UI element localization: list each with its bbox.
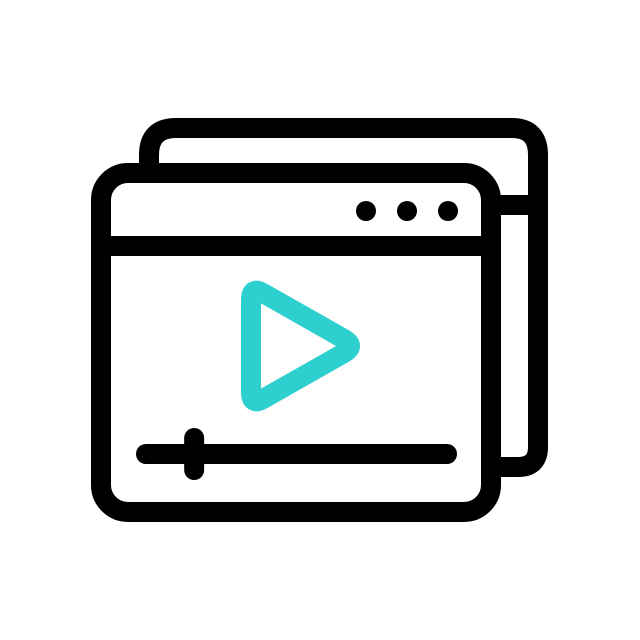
icon-canvas	[91, 118, 548, 522]
window-dot-2	[397, 201, 417, 221]
window-dot-1	[356, 201, 376, 221]
video-player-windows-icon	[0, 0, 640, 640]
window-dot-3	[438, 201, 458, 221]
